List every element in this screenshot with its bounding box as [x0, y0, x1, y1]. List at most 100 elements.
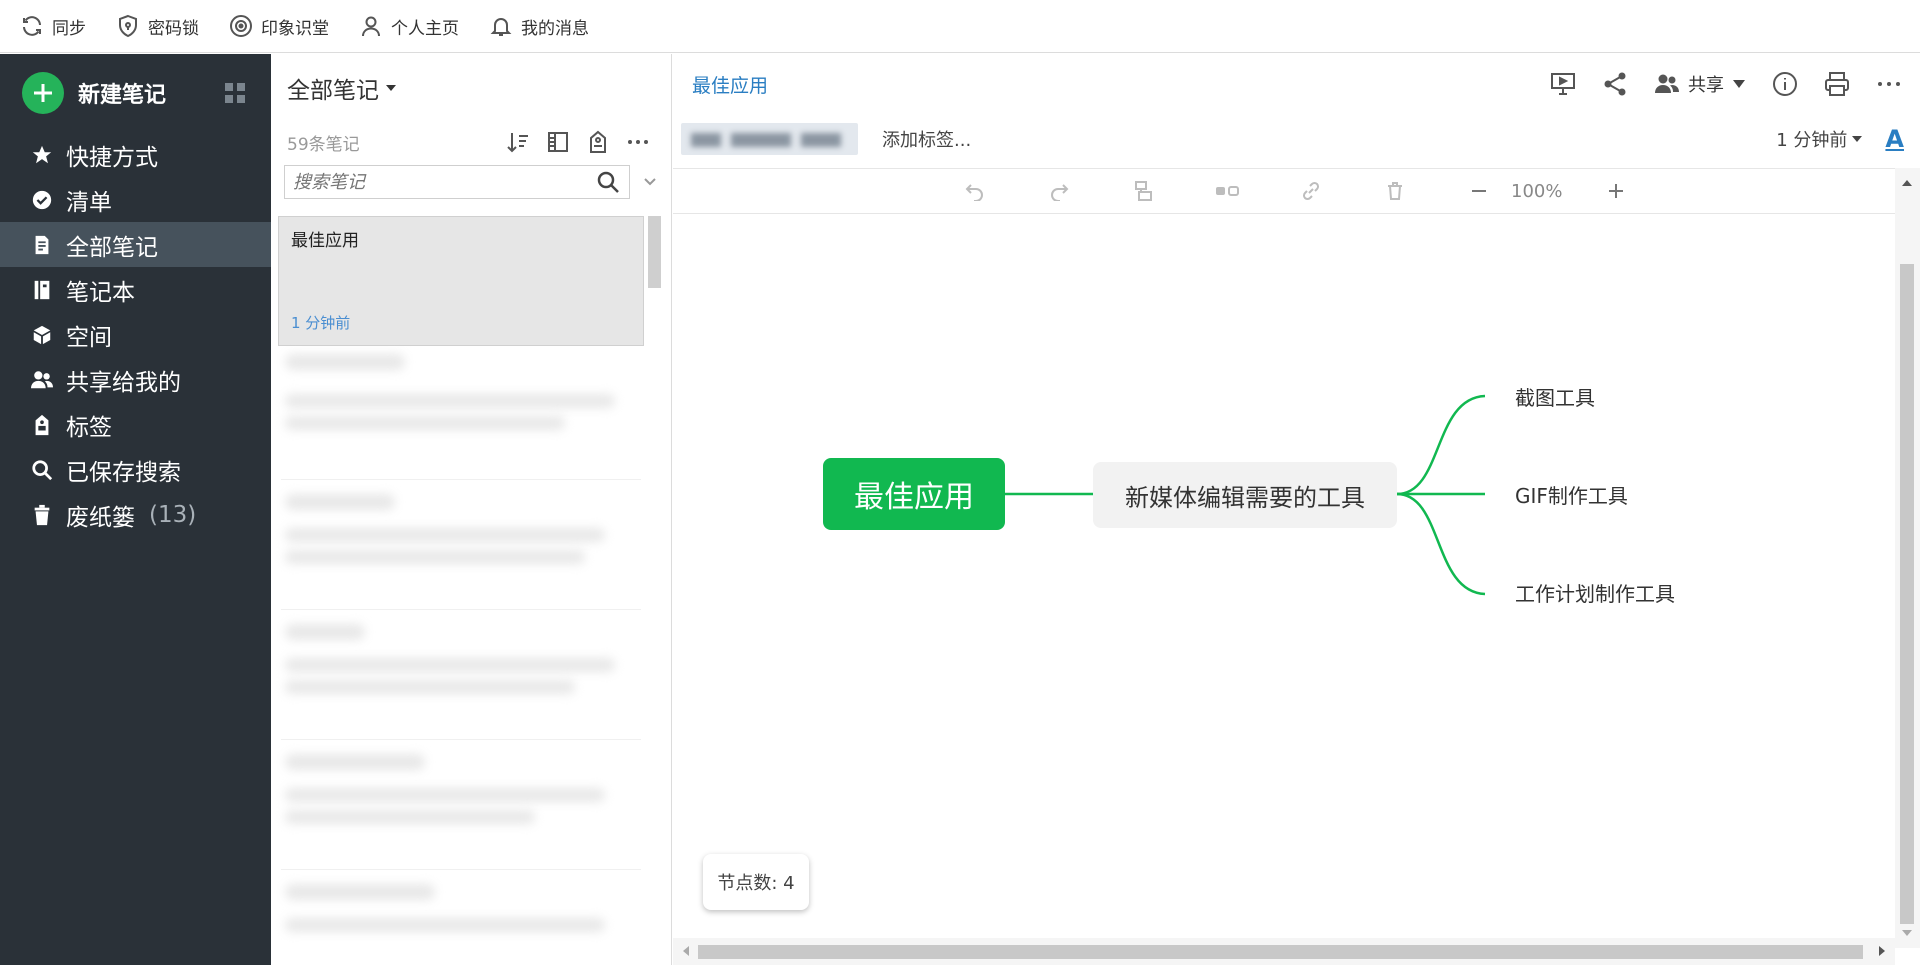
tag-bar: 添加标签... 1 分钟前 A: [673, 114, 1920, 164]
sidebar-item-label: 标签: [66, 408, 112, 442]
trash-icon: [30, 503, 54, 527]
node-count-badge: 节点数: 4: [703, 854, 809, 910]
font-format-button[interactable]: A: [1885, 125, 1904, 153]
users-icon: [30, 368, 54, 392]
sidebar-item-notebooks[interactable]: 笔记本: [0, 267, 271, 312]
sidebar-item-shortcuts[interactable]: 快捷方式: [0, 132, 271, 177]
scroll-right-icon[interactable]: [1873, 938, 1893, 965]
link-icon[interactable]: [1299, 179, 1323, 203]
list-item[interactable]: [281, 350, 641, 480]
messages-label: 我的消息: [521, 14, 589, 39]
plus-icon: [22, 72, 64, 114]
user-icon: [357, 12, 385, 40]
present-icon[interactable]: [1548, 69, 1578, 99]
password-lock-label: 密码锁: [148, 14, 199, 39]
info-icon[interactable]: [1770, 69, 1800, 99]
view-mode-icon[interactable]: [545, 129, 571, 155]
top-toolbar: 同步 密码锁 印象识堂 个人主页 我的消息: [0, 0, 1920, 53]
horizontal-scrollbar[interactable]: [673, 938, 1895, 965]
mindmap-leaf-node[interactable]: 截图工具: [1515, 382, 1595, 411]
vertical-scroll-thumb[interactable]: [1900, 264, 1914, 924]
sidebar-item-label: 共享给我的: [66, 363, 181, 397]
updated-time-dropdown[interactable]: 1 分钟前: [1776, 126, 1863, 152]
undo-icon[interactable]: [963, 179, 987, 203]
sidebar-item-label: 废纸篓: [66, 498, 135, 532]
mindmap-leaf-node[interactable]: 工作计划制作工具: [1515, 578, 1675, 607]
note-list-item[interactable]: 最佳应用 1 分钟前: [278, 216, 644, 346]
note-list-title: 全部笔记: [287, 71, 379, 105]
sync-label: 同步: [52, 14, 86, 39]
note-list-scrollbar[interactable]: [648, 216, 661, 288]
profile-label: 个人主页: [391, 14, 459, 39]
search-icon[interactable]: [593, 167, 623, 197]
editor-panel: 最佳应用 共享 添加标签... 1 分钟前 A: [673, 54, 1920, 965]
mindmap-child-node[interactable]: 新媒体编辑需要的工具: [1093, 462, 1397, 528]
sidebar-item-label: 已保存搜索: [66, 453, 181, 487]
more-icon[interactable]: [1874, 69, 1904, 99]
notebook-link[interactable]: 最佳应用: [692, 71, 768, 98]
list-item[interactable]: [281, 740, 641, 870]
add-tag-input[interactable]: 添加标签...: [882, 126, 971, 152]
zoom-out-icon[interactable]: [1467, 179, 1491, 203]
vertical-scrollbar[interactable]: [1895, 168, 1920, 948]
tag-icon: [30, 413, 54, 437]
redo-icon[interactable]: [1047, 179, 1071, 203]
bell-icon: [487, 12, 515, 40]
scroll-down-icon[interactable]: [1895, 924, 1920, 944]
sidebar-item-tags[interactable]: 标签: [0, 402, 271, 447]
grid-icon[interactable]: [223, 81, 247, 105]
sync-icon: [18, 12, 46, 40]
note-list-tools: [505, 129, 651, 155]
print-icon[interactable]: [1822, 69, 1852, 99]
sidebar-item-label: 快捷方式: [66, 138, 158, 172]
sidebar-item-label: 笔记本: [66, 273, 135, 307]
scroll-left-icon[interactable]: [675, 938, 695, 965]
messages-button[interactable]: 我的消息: [487, 12, 589, 40]
sidebar-item-label: 全部笔记: [66, 228, 158, 262]
trash-count: (13): [149, 502, 196, 528]
zoom-level: 100%: [1511, 181, 1562, 202]
sidebar-item-shared-with-me[interactable]: 共享给我的: [0, 357, 271, 402]
sort-icon[interactable]: [505, 129, 531, 155]
new-note-button[interactable]: 新建笔记: [0, 54, 271, 132]
add-child-node-icon[interactable]: [1131, 179, 1155, 203]
notebook-icon: [30, 278, 54, 302]
trash-icon[interactable]: [1383, 179, 1407, 203]
sidebar-item-checklist[interactable]: 清单: [0, 177, 271, 222]
list-item[interactable]: [281, 610, 641, 740]
tag-filter-icon[interactable]: [585, 129, 611, 155]
sync-button[interactable]: 同步: [18, 12, 86, 40]
search-icon: [30, 458, 54, 482]
sidebar-item-spaces[interactable]: 空间: [0, 312, 271, 357]
sidebar-item-saved-searches[interactable]: 已保存搜索: [0, 447, 271, 492]
list-item[interactable]: [281, 480, 641, 610]
share-link-icon[interactable]: [1600, 69, 1630, 99]
more-icon[interactable]: [625, 129, 651, 155]
mindmap-connectors: [673, 214, 1895, 938]
note-list-title-dropdown[interactable]: 全部笔记: [271, 54, 671, 122]
learn-button[interactable]: 印象识堂: [227, 12, 329, 40]
blurred-tag[interactable]: [681, 123, 858, 155]
mindmap-leaf-node[interactable]: GIF制作工具: [1515, 480, 1628, 509]
horizontal-scroll-thumb[interactable]: [698, 945, 1863, 959]
mindmap-root-node[interactable]: 最佳应用: [823, 458, 1005, 530]
learn-icon: [227, 12, 255, 40]
sidebar-item-trash[interactable]: 废纸篓 (13): [0, 492, 271, 537]
list-item[interactable]: [281, 870, 641, 965]
mindmap-canvas[interactable]: 最佳应用 新媒体编辑需要的工具 截图工具 GIF制作工具 工作计划制作工具: [673, 214, 1895, 938]
scroll-up-icon[interactable]: [1895, 172, 1920, 192]
sidebar-item-label: 清单: [66, 183, 112, 217]
search-input[interactable]: [293, 172, 593, 193]
search-options-chevron-icon[interactable]: [640, 172, 660, 192]
add-sibling-node-icon[interactable]: [1215, 179, 1239, 203]
password-lock-button[interactable]: 密码锁: [114, 12, 199, 40]
caret-down-icon: [1730, 75, 1748, 93]
search-box: [284, 165, 630, 199]
cube-icon: [30, 323, 54, 347]
zoom-in-icon[interactable]: [1604, 179, 1628, 203]
caret-down-icon: [1851, 135, 1863, 143]
sidebar-item-all-notes[interactable]: 全部笔记: [0, 222, 271, 267]
share-button[interactable]: 共享: [1652, 69, 1748, 99]
profile-button[interactable]: 个人主页: [357, 12, 459, 40]
note-list-panel: 全部笔记 59条笔记 最佳应用 1 分钟前: [271, 54, 672, 965]
